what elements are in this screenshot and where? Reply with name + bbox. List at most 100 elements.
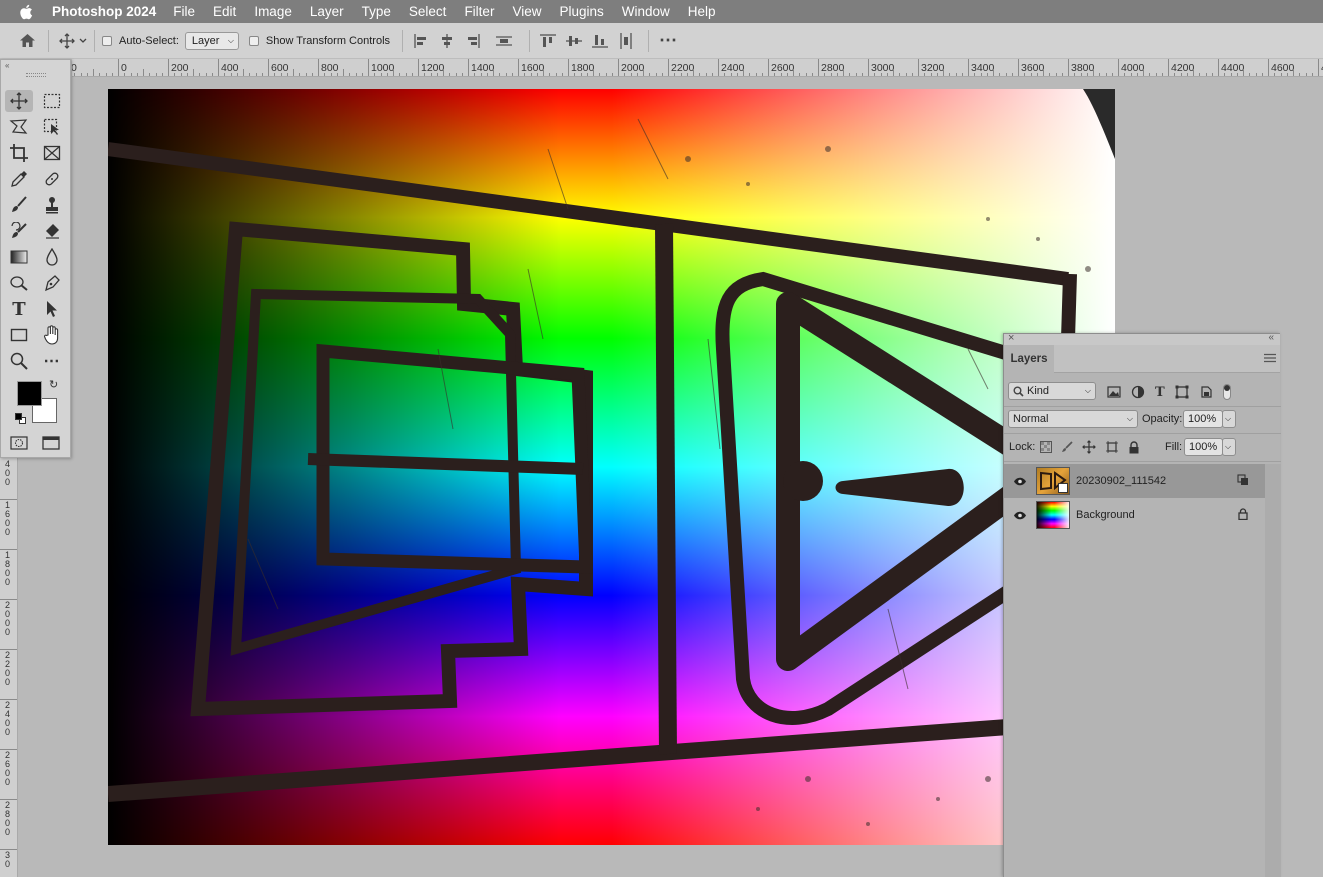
tools-collapse-icon[interactable]: « (5, 61, 9, 70)
menu-edit[interactable]: Edit (213, 4, 236, 19)
lasso-tool-icon[interactable] (5, 116, 33, 138)
ruler-minor-tick (1174, 73, 1176, 76)
fill-field[interactable]: 100% (1184, 438, 1223, 456)
menu-type[interactable]: Type (362, 4, 391, 19)
distribute-vertical-icon[interactable] (618, 32, 634, 49)
menu-layer[interactable]: Layer (310, 4, 344, 19)
document-canvas[interactable] (108, 89, 1115, 845)
align-horizontal-center-icon[interactable] (439, 33, 455, 48)
gradient-tool-icon[interactable] (5, 246, 33, 268)
blend-mode-dropdown[interactable]: Normal ⌵ (1008, 410, 1138, 428)
layer-thumbnail (1036, 501, 1070, 529)
filter-adjustment-icon[interactable] (1131, 385, 1145, 399)
apple-menu-icon[interactable] (0, 4, 52, 20)
more-options-icon[interactable]: ⋯ (659, 30, 678, 51)
distribute-horizontal-icon[interactable] (495, 34, 513, 48)
layer-name[interactable]: Background (1076, 509, 1135, 521)
eyedropper-tool-icon[interactable] (5, 168, 33, 190)
linked-layer-icon[interactable] (1237, 473, 1249, 489)
swap-colors-icon[interactable]: ↻ (49, 378, 58, 391)
eraser-tool-icon[interactable] (38, 220, 66, 242)
brush-tool-icon[interactable] (5, 194, 33, 216)
rectangle-tool-icon[interactable] (5, 324, 33, 346)
horizontal-ruler[interactable]: 0020040060080010001200140016001800200022… (72, 59, 1323, 77)
menu-file[interactable]: File (173, 4, 195, 19)
history-brush-tool-icon[interactable] (5, 220, 33, 242)
zoom-tool-icon[interactable] (5, 350, 33, 372)
panel-menu-icon[interactable] (1264, 353, 1276, 366)
auto-select-dropdown[interactable]: Layer ⌵ (184, 31, 239, 50)
frame-tool-icon[interactable] (38, 142, 66, 164)
move-tool-icon[interactable] (5, 90, 33, 112)
menu-filter[interactable]: Filter (464, 4, 494, 19)
rectangular-marquee-tool-icon[interactable] (38, 90, 66, 112)
fill-dropdown[interactable]: ⌵ (1222, 438, 1236, 456)
path-selection-tool-icon[interactable] (38, 298, 66, 320)
layer-lock-icon[interactable] (1238, 507, 1248, 523)
eye-visibility-icon[interactable] (1004, 477, 1036, 486)
filter-type-icon[interactable]: T (1155, 385, 1165, 400)
layer-row[interactable]: 20230902_111542 (1004, 464, 1265, 498)
opacity-field[interactable]: 100% (1183, 410, 1223, 428)
align-left-icon[interactable] (413, 33, 429, 48)
auto-select-checkbox[interactable] (102, 35, 112, 46)
eye-visibility-icon[interactable] (1004, 511, 1036, 520)
lock-position-icon[interactable] (1082, 440, 1096, 454)
lock-artboards-icon[interactable] (1105, 440, 1119, 454)
pen-tool-icon[interactable] (38, 272, 66, 294)
lock-all-icon[interactable] (1128, 440, 1140, 454)
more-tools-icon[interactable]: ⋯ (38, 350, 66, 372)
ruler-minor-tick (405, 73, 407, 76)
app-name-menu[interactable]: Photoshop 2024 (52, 4, 156, 19)
quick-mask-icon[interactable] (10, 436, 28, 455)
opacity-dropdown[interactable]: ⌵ (1222, 410, 1236, 428)
filter-pixel-icon[interactable] (1107, 385, 1121, 399)
menu-select[interactable]: Select (409, 4, 447, 19)
screen-mode-icon[interactable] (42, 436, 62, 455)
panel-title-strip[interactable]: × « (1004, 332, 1280, 345)
type-tool-icon[interactable]: T (5, 298, 33, 320)
layers-panel: × « Layers Kind ⌵ T Normal ⌵ Opacity: 10… (1003, 332, 1281, 877)
ruler-minor-tick (905, 73, 907, 76)
crop-tool-icon[interactable] (5, 142, 33, 164)
filter-shape-icon[interactable] (1175, 385, 1189, 399)
dodge-tool-icon[interactable] (5, 272, 33, 294)
align-bottom-icon[interactable] (592, 34, 609, 48)
menu-plugins[interactable]: Plugins (559, 4, 603, 19)
filter-kind-dropdown[interactable]: Kind ⌵ (1008, 382, 1096, 400)
ruler-minor-tick (699, 73, 701, 76)
clone-stamp-tool-icon[interactable] (38, 194, 66, 216)
menu-window[interactable]: Window (622, 4, 670, 19)
foreground-color-swatch[interactable] (17, 381, 42, 406)
lock-image-pixels-icon[interactable] (1061, 441, 1073, 453)
ruler-minor-tick (1249, 73, 1251, 76)
move-tool-preset-icon[interactable] (57, 32, 91, 49)
tab-layers[interactable]: Layers (1004, 345, 1054, 373)
auto-select-label: Auto-Select: (119, 34, 179, 47)
ruler-minor-tick (355, 73, 357, 76)
align-top-icon[interactable] (540, 33, 557, 48)
layer-name[interactable]: 20230902_111542 (1076, 475, 1166, 487)
ruler-label: 1 8 0 0 (5, 550, 11, 587)
show-transform-checkbox[interactable] (248, 35, 259, 46)
home-icon[interactable] (10, 33, 44, 48)
ruler-minor-tick (593, 69, 594, 76)
tools-drag-handle[interactable] (26, 73, 46, 77)
menu-view[interactable]: View (512, 4, 541, 19)
default-colors-icon[interactable] (15, 413, 27, 425)
lock-transparent-pixels-icon[interactable] (1040, 441, 1052, 453)
blend-mode-value: Normal (1013, 413, 1049, 425)
collapse-panel-icon[interactable]: « (1268, 332, 1274, 343)
layer-row[interactable]: Background (1004, 498, 1265, 532)
object-selection-tool-icon[interactable] (38, 116, 66, 138)
filter-toggle-switch[interactable] (1222, 384, 1231, 400)
align-vertical-center-icon[interactable] (566, 34, 583, 48)
blur-tool-icon[interactable] (38, 246, 66, 268)
align-right-icon[interactable] (465, 33, 481, 48)
menu-help[interactable]: Help (688, 4, 716, 19)
spot-healing-brush-icon[interactable] (38, 168, 66, 190)
hand-tool-icon[interactable] (38, 324, 66, 346)
close-panel-icon[interactable]: × (1008, 332, 1014, 344)
menu-image[interactable]: Image (254, 4, 292, 19)
filter-smart-object-icon[interactable] (1199, 385, 1213, 399)
